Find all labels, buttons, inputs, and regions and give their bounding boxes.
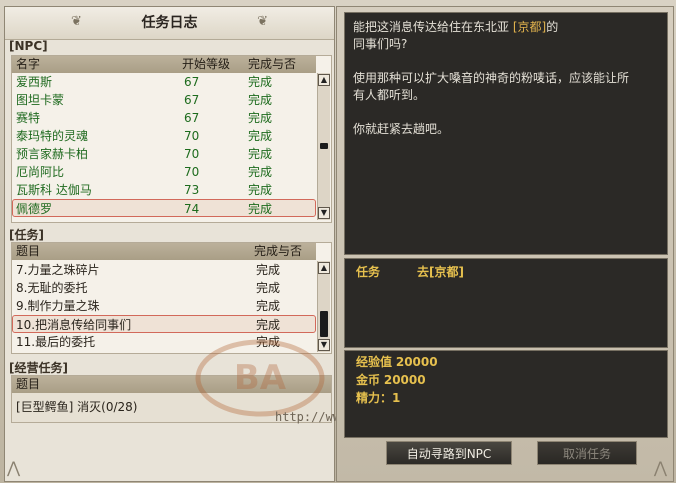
npc-row[interactable]: 赛特 67 完成 (12, 109, 316, 127)
npc-level: 73 (184, 183, 200, 197)
gold-label: 金币 (356, 373, 381, 387)
npc-header-level: 开始等级 (182, 57, 231, 71)
npc-level: 67 (184, 111, 200, 125)
npc-row[interactable]: 瓦斯科 达伽马 73 完成 (12, 181, 316, 199)
npc-header-name: 名字 (16, 57, 41, 71)
quest-title: 8.无耻的委托 (16, 281, 88, 295)
npc-name: 预言家赫卡柏 (16, 147, 89, 161)
auto-path-button[interactable]: 自动寻路到NPC (386, 441, 512, 465)
scroll-thumb[interactable] (320, 143, 328, 149)
gold-value: 20000 (383, 373, 426, 387)
exp-value: 20000 (395, 355, 438, 369)
npc-list: 名字 开始等级 完成与否 爱西斯 67 完成 图坦卡蒙 67 完成 赛特 67 … (11, 55, 332, 223)
dialog-box: 能把这消息传达给住在东北亚 [京都]的 同事们吗? 使用那种可以扩大嗓音的神奇的… (344, 12, 668, 255)
quest-row[interactable]: 7.力量之珠碎片 完成 (12, 261, 316, 279)
npc-row-selected[interactable]: 佩德罗 74 完成 (12, 199, 316, 217)
quest-detail-panel: 能把这消息传达给住在东北亚 [京都]的 同事们吗? 使用那种可以扩大嗓音的神奇的… (336, 6, 674, 482)
quest-row-selected[interactable]: 10.把消息传给同事们 完成 (12, 315, 316, 333)
scroll-down-icon[interactable]: ▼ (318, 207, 330, 219)
npc-level: 70 (184, 165, 200, 179)
npc-status: 完成 (248, 75, 273, 89)
window-title: 任务日志 (141, 15, 198, 31)
dialog-para3: 你就赶紧去趟吧。 (353, 122, 450, 136)
npc-status: 完成 (248, 111, 273, 125)
task-label: 任务 (356, 265, 381, 279)
dialog-text: 的 (546, 20, 559, 34)
quest-title: 9.制作力量之珠 (16, 299, 100, 313)
npc-level: 70 (184, 129, 200, 143)
npc-name: 泰玛特的灵魂 (16, 129, 89, 143)
corner-ornament-icon: ⋀ (653, 458, 667, 477)
business-section-label: [经营任务] (9, 361, 68, 375)
npc-status: 完成 (248, 147, 273, 161)
npc-name: 图坦卡蒙 (16, 93, 65, 107)
energy-value: 1 (392, 391, 401, 405)
task-value: 去[京都] (417, 265, 464, 279)
npc-row[interactable]: 泰玛特的灵魂 70 完成 (12, 127, 316, 145)
quest-status: 完成 (256, 299, 281, 313)
npc-status: 完成 (248, 129, 273, 143)
quest-title: 10.把消息传给同事们 (16, 318, 132, 332)
dialog-line-2: 同事们吗? (353, 37, 408, 51)
npc-level: 70 (184, 147, 200, 161)
npc-name: 佩德罗 (16, 202, 53, 216)
business-title: [巨型鳄鱼] 消灭(0/28) (16, 400, 138, 414)
npc-status: 完成 (248, 165, 273, 179)
npc-row[interactable]: 爱西斯 67 完成 (12, 73, 316, 91)
dialog-para2-line2: 有人都听到。 (353, 88, 426, 102)
npc-section-label: [NPC] (9, 39, 48, 53)
exp-label: 经验值 (356, 355, 393, 369)
cancel-quest-button[interactable]: 取消任务 (537, 441, 637, 465)
npc-row[interactable]: 预言家赫卡柏 70 完成 (12, 145, 316, 163)
corner-ornament-icon: ⋀ (7, 458, 21, 477)
svg-text:BA: BA (234, 358, 287, 398)
quest-section-label: [任务] (9, 228, 44, 242)
npc-row[interactable]: 图坦卡蒙 67 完成 (12, 91, 316, 109)
npc-level: 74 (184, 202, 200, 216)
npc-name: 瓦斯科 达伽马 (16, 183, 92, 197)
reward-box: 经验值 20000 金币 20000 精力：1 (344, 350, 668, 438)
npc-name: 爱西斯 (16, 75, 53, 89)
title-ornament-right-icon: ❦ (257, 14, 268, 29)
quest-row[interactable]: 8.无耻的委托 完成 (12, 279, 316, 297)
npc-list-header: 名字 开始等级 完成与否 (12, 56, 316, 73)
npc-header-status: 完成与否 (248, 57, 297, 71)
npc-name: 厄尚阿比 (16, 165, 65, 179)
npc-name: 赛特 (16, 111, 41, 125)
quest-status: 完成 (256, 263, 281, 277)
npc-scrollbar[interactable]: ▲ ▼ (317, 73, 330, 220)
npc-status: 完成 (248, 93, 273, 107)
task-box: 任务 去[京都] (344, 258, 668, 348)
dialog-para2-line1: 使用那种可以扩大嗓音的神奇的粉唛话，应该能让所 (353, 71, 630, 85)
business-header-title: 题目 (16, 377, 41, 391)
npc-level: 67 (184, 93, 200, 107)
scroll-up-icon[interactable]: ▲ (318, 262, 330, 274)
npc-status: 完成 (248, 183, 273, 197)
quest-header-status: 完成与否 (254, 244, 303, 258)
quest-status: 完成 (256, 318, 281, 332)
dialog-place: [京都] (512, 20, 547, 34)
energy-label: 精力： (356, 391, 393, 405)
quest-list-header: 题目 完成与否 (12, 243, 316, 260)
npc-row[interactable]: 厄尚阿比 70 完成 (12, 163, 316, 181)
scroll-up-icon[interactable]: ▲ (318, 74, 330, 86)
npc-level: 67 (184, 75, 200, 89)
dialog-text: 能把这消息传达给住在东北亚 (353, 20, 513, 34)
quest-header-title: 题目 (16, 244, 41, 258)
title-ornament-left-icon: ❦ (71, 14, 82, 29)
dialog-line-1: 能把这消息传达给住在东北亚 [京都]的 (353, 19, 659, 36)
quest-title: 7.力量之珠碎片 (16, 263, 100, 277)
quest-title: 11.最后的委托 (16, 335, 96, 349)
quest-status: 完成 (256, 281, 281, 295)
npc-status: 完成 (248, 202, 273, 216)
title-bar: ❦ 任务日志 ❦ (5, 7, 334, 40)
quest-row[interactable]: 9.制作力量之珠 完成 (12, 297, 316, 315)
